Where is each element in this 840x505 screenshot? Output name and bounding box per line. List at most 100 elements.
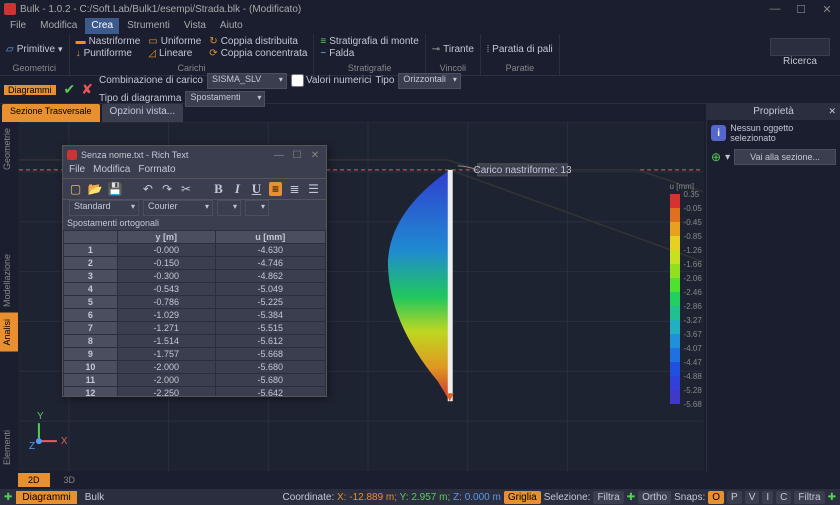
table-row: 9-1.757-5.668 <box>64 348 326 361</box>
view-mode-footer: 2D 3D <box>18 471 840 489</box>
font-size-dropdown[interactable] <box>217 200 241 216</box>
snap-i[interactable]: I <box>762 491 773 504</box>
rt-menu-file[interactable]: File <box>69 164 85 178</box>
undo-icon[interactable]: ↶ <box>141 182 154 196</box>
maximize-button[interactable]: ☐ <box>792 3 810 16</box>
strat-monte-button[interactable]: ≡ Stratigrafia di monte <box>320 36 418 47</box>
griglia-toggle[interactable]: Griglia <box>504 491 541 504</box>
coppia-concentrata-button[interactable]: ⟳ Coppia concentrata <box>209 48 307 59</box>
ribbon: ▱ Primitive ▾ Geometrici ▬ Nastriforme ↓… <box>0 34 840 76</box>
diagram-toolbar: Diagrammi ✔ ✘ Combinazione di carico SIS… <box>0 76 840 104</box>
snap-v[interactable]: V <box>745 491 760 504</box>
font-name-dropdown[interactable]: Courier <box>143 200 213 216</box>
diag-label: Tipo di diagramma <box>99 93 181 104</box>
group-stratigrafie-label: Stratigrafie <box>320 63 418 73</box>
rt-minimize-button[interactable]: — <box>272 150 286 161</box>
properties-panel: Proprietà✕ i Nessun oggetto selezionato … <box>706 104 840 471</box>
search-label: Ricerca <box>783 56 817 67</box>
italic-button[interactable]: I <box>231 182 244 196</box>
menu-modifica[interactable]: Modifica <box>34 18 83 34</box>
displacement-table: y [m]u [mm] 1-0.000-4.6302-0.150-4.7463-… <box>63 230 326 396</box>
valori-checkbox[interactable]: Valori numerici <box>291 74 371 87</box>
search-input[interactable] <box>770 38 830 56</box>
menubar: File Modifica Crea Strumenti Vista Aiuto <box>0 18 840 34</box>
props-close-button[interactable]: ✕ <box>828 106 836 117</box>
lineare-button[interactable]: ◿ Lineare <box>148 48 201 59</box>
uniforme-button[interactable]: ▭ Uniforme <box>148 36 201 47</box>
apply-icon[interactable]: ✔ <box>64 81 76 98</box>
tipo-dropdown[interactable]: Orizzontali <box>398 73 461 89</box>
falda-button[interactable]: ~ Falda <box>320 48 418 59</box>
leftrail: Geometrie Modellazione Analisi Elementi <box>0 122 18 471</box>
menu-vista[interactable]: Vista <box>178 18 212 34</box>
snap-c[interactable]: C <box>776 491 791 504</box>
cancel-icon[interactable]: ✘ <box>81 81 93 98</box>
info-icon: i <box>711 125 726 141</box>
props-title: Proprietà <box>753 106 794 117</box>
group-carichi-label: Carichi <box>76 63 308 73</box>
primitive-button[interactable]: ▱ Primitive ▾ <box>6 36 63 63</box>
new-icon[interactable]: ▢ <box>69 182 82 196</box>
rt-maximize-button[interactable]: ☐ <box>290 150 304 161</box>
rt-menu-modifica[interactable]: Modifica <box>93 164 130 178</box>
puntiforme-button[interactable]: ↓ Puntiforme <box>76 48 141 59</box>
titlebar: Bulk - 1.0.2 - C:/Soft.Lab/Bulk1/esempi/… <box>0 0 840 18</box>
combo-dropdown[interactable]: SISMA_SLV <box>207 73 287 89</box>
filter1-button[interactable]: Filtra <box>593 491 623 504</box>
table-row: 1-0.000-4.630 <box>64 244 326 257</box>
rt-close-button[interactable]: ✕ <box>308 150 322 161</box>
rail-geometrie[interactable]: Geometrie <box>0 122 18 176</box>
view-3d-button[interactable]: 3D <box>54 473 86 487</box>
coppia-distribuita-button[interactable]: ↻ Coppia distribuita <box>209 36 307 47</box>
tab-opzioni[interactable]: Opzioni vista... <box>102 104 184 122</box>
app-logo <box>4 3 16 15</box>
save-icon[interactable]: 💾 <box>108 182 122 196</box>
close-button[interactable]: ✕ <box>818 3 836 16</box>
status-diagrammi[interactable]: Diagrammi <box>16 491 76 504</box>
table-row: 7-1.271-5.515 <box>64 322 326 335</box>
table-row: 5-0.786-5.225 <box>64 296 326 309</box>
table-row: 10-2.000-5.680 <box>64 361 326 374</box>
goto-section-button[interactable]: Vai alla sezione... <box>734 149 836 165</box>
svg-text:X: X <box>61 436 68 447</box>
nastriforme-button[interactable]: ▬ Nastriforme <box>76 36 141 47</box>
tab-sezione[interactable]: Sezione Trasversale <box>2 104 100 122</box>
align-center-button[interactable]: ≣ <box>288 182 301 196</box>
view-2d-button[interactable]: 2D <box>18 473 50 487</box>
rt-body[interactable]: Spostamenti ortogonali y [m]u [mm] 1-0.0… <box>63 216 326 396</box>
snap-o[interactable]: O <box>708 491 724 504</box>
underline-button[interactable]: U <box>250 182 263 196</box>
open-icon[interactable]: 📂 <box>88 182 102 196</box>
menu-aiuto[interactable]: Aiuto <box>214 18 249 34</box>
menu-strumenti[interactable]: Strumenti <box>121 18 176 34</box>
richtext-window: Senza nome.txt - Rich Text — ☐ ✕ File Mo… <box>62 145 327 397</box>
bold-button[interactable]: B <box>212 182 225 196</box>
status-bulk: Bulk <box>85 492 104 503</box>
cut-icon[interactable]: ✂ <box>179 182 192 196</box>
rt-menu-formato[interactable]: Formato <box>138 164 175 178</box>
rail-modellazione[interactable]: Modellazione <box>0 248 18 313</box>
redo-icon[interactable]: ↷ <box>160 182 173 196</box>
picker-icon[interactable]: ▾ <box>725 152 730 163</box>
font-style-dropdown[interactable]: Standard <box>69 200 139 216</box>
rt-logo <box>67 150 77 160</box>
menu-crea[interactable]: Crea <box>85 18 119 34</box>
menu-file[interactable]: File <box>4 18 32 34</box>
snap-p[interactable]: P <box>727 491 742 504</box>
group-paratie-label: Paratie <box>487 63 553 73</box>
align-left-button[interactable]: ≡ <box>269 182 282 196</box>
ortho-toggle[interactable]: Ortho <box>638 491 671 504</box>
paratia-button[interactable]: ⦙ Paratia di pali <box>487 36 553 63</box>
group-vincoli-label: Vincoli <box>432 63 474 73</box>
sidetab-diagrammi[interactable]: Diagrammi <box>4 85 56 95</box>
rail-analisi[interactable]: Analisi <box>0 313 18 352</box>
font-extra-dropdown[interactable] <box>245 200 269 216</box>
snaps-label: Snaps: <box>674 492 705 503</box>
rail-elementi[interactable]: Elementi <box>0 424 18 471</box>
diag-dropdown[interactable]: Spostamenti <box>185 91 265 107</box>
tirante-button[interactable]: ⊸ Tirante <box>432 36 474 63</box>
align-right-button[interactable]: ☰ <box>307 182 320 196</box>
minimize-button[interactable]: — <box>766 3 784 16</box>
add-icon[interactable]: ⊕ <box>711 150 721 164</box>
filter2-button[interactable]: Filtra <box>794 491 824 504</box>
